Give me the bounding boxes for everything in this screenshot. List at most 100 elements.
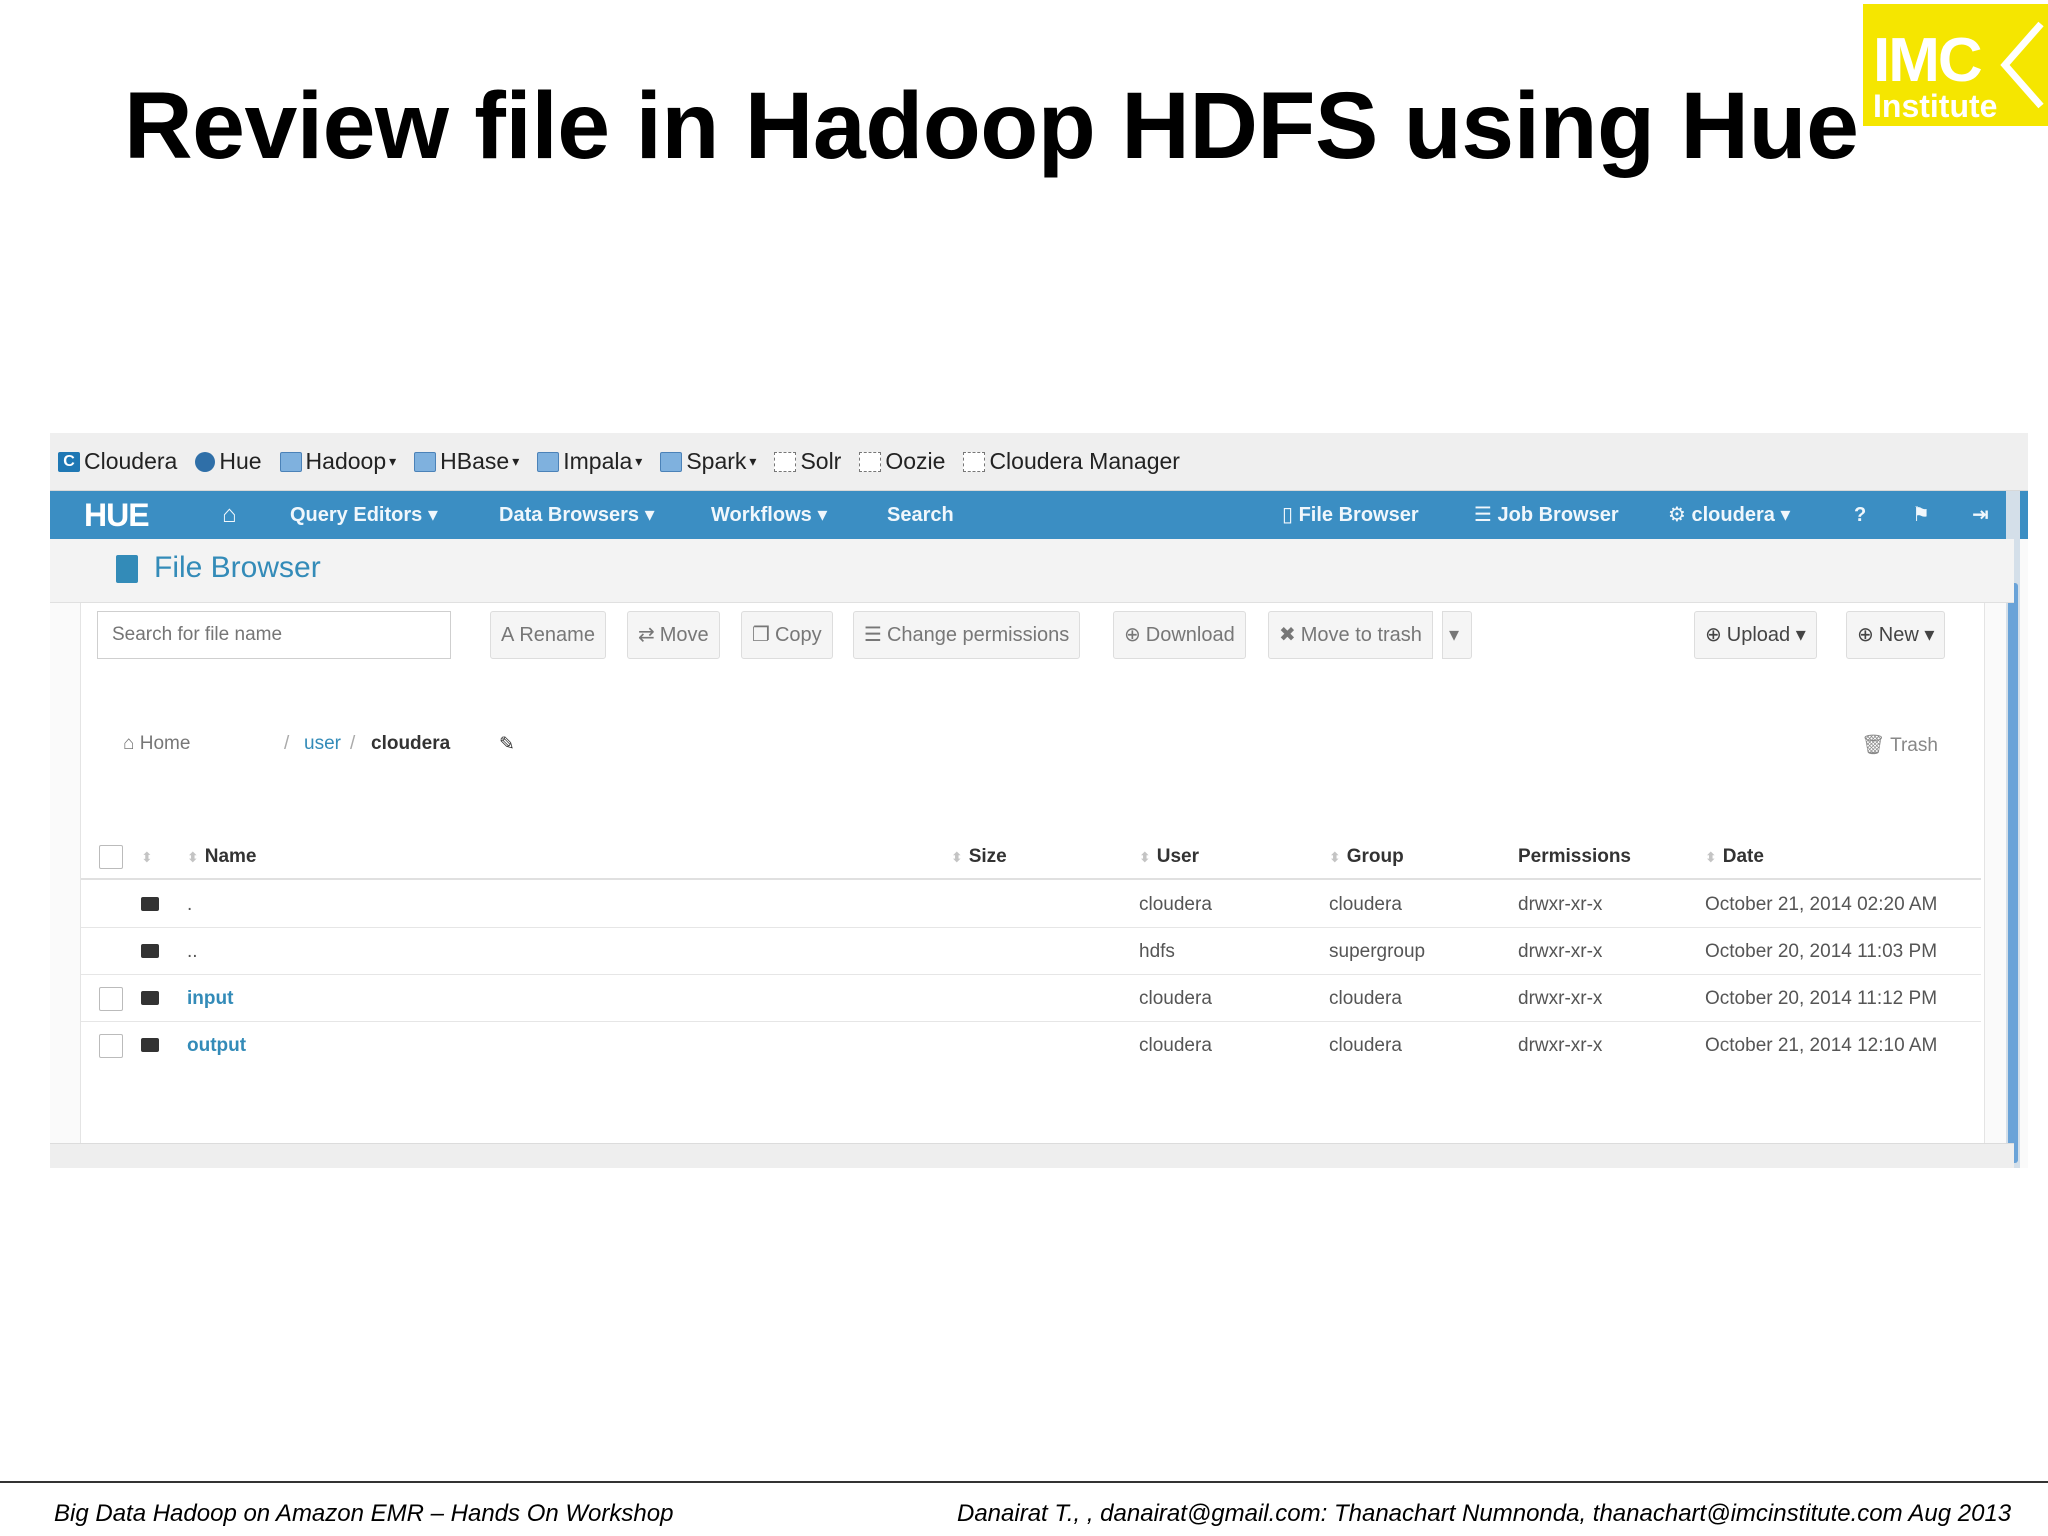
page-icon <box>963 451 986 472</box>
file-name[interactable]: .. <box>187 928 198 975</box>
select-all-checkbox[interactable] <box>99 845 123 869</box>
nav-label: Query Editors <box>290 504 423 526</box>
column-header-permissions[interactable]: Permissions <box>1518 833 1631 880</box>
row-checkbox[interactable] <box>99 1034 123 1058</box>
column-header-date[interactable]: ⬍ Date <box>1705 833 1764 880</box>
sign-out-icon[interactable]: ⇥ <box>1972 491 1989 539</box>
help-icon[interactable]: ? <box>1854 491 1866 539</box>
file-browser-icon <box>116 555 138 583</box>
sort-icon: ⬍ <box>1329 849 1341 865</box>
button-label: Move <box>659 624 709 646</box>
change-permissions-button[interactable]: ☰ Change permissions <box>853 611 1081 659</box>
folder-icon <box>141 991 159 1005</box>
bookmark-spark[interactable]: Spark ▾ <box>660 448 756 475</box>
rename-button[interactable]: A Rename <box>490 611 606 659</box>
button-label: Copy <box>774 624 822 646</box>
horizontal-scrollbar[interactable] <box>50 1143 2014 1168</box>
column-header-size[interactable]: ⬍ Size <box>951 833 1007 880</box>
file-group: cloudera <box>1329 1035 1402 1056</box>
nav-workflows[interactable]: Workflows ▾ <box>711 491 827 539</box>
file-user: cloudera <box>1139 894 1212 915</box>
column-header-group[interactable]: ⬍ Group <box>1329 833 1404 880</box>
table-row[interactable]: input cloudera cloudera drwxr-xr-x Octob… <box>81 975 1981 1022</box>
bookmark-label: Spark <box>686 448 747 474</box>
file-name[interactable]: input <box>187 975 233 1022</box>
table-row[interactable]: . cloudera cloudera drwxr-xr-x October 2… <box>81 881 1981 928</box>
font-icon: A <box>501 624 515 646</box>
bookmark-cloudera-manager[interactable]: Cloudera Manager <box>963 448 1180 475</box>
close-icon: ✖ <box>1279 624 1296 646</box>
search-input[interactable] <box>97 611 451 659</box>
download-button[interactable]: ⊕ Download <box>1113 611 1246 659</box>
page-icon <box>859 451 882 472</box>
nav-user-menu[interactable]: ⚙ cloudera ▾ <box>1668 491 1790 539</box>
hue-screenshot: C Cloudera Hue Hadoop ▾ HBase ▾ Impala ▾… <box>50 433 2028 1168</box>
hue-logo[interactable]: HUE <box>84 491 150 539</box>
file-icon: ▯ <box>1282 504 1294 526</box>
table-row[interactable]: .. hdfs supergroup drwxr-xr-x October 20… <box>81 928 1981 975</box>
upload-button[interactable]: ⊕ Upload ▾ <box>1694 611 1817 659</box>
trash-options-dropdown[interactable]: ▾ <box>1442 611 1472 659</box>
footer-divider <box>0 1481 2048 1483</box>
file-group: cloudera <box>1329 988 1402 1009</box>
button-label: Upload <box>1726 624 1791 646</box>
bookmark-label: HBase <box>440 448 510 474</box>
breadcrumb-user[interactable]: user <box>304 733 341 755</box>
breadcrumb-home[interactable]: ⌂ Home <box>123 733 190 755</box>
bookmark-hue[interactable]: Hue <box>195 448 262 475</box>
bookmark-oozie[interactable]: Oozie <box>859 448 945 475</box>
bookmark-impala[interactable]: Impala ▾ <box>537 448 642 475</box>
list-icon: ☰ <box>1474 504 1492 526</box>
file-name[interactable]: . <box>187 881 192 928</box>
button-label: Move to trash <box>1300 624 1422 646</box>
slide-title: Review file in Hadoop HDFS using Hue <box>124 73 1859 179</box>
chevron-down-icon: ▾ <box>1924 624 1935 646</box>
flag-icon[interactable]: ⚑ <box>1912 491 1930 539</box>
nav-file-browser[interactable]: ▯ File Browser <box>1282 491 1419 539</box>
folder-icon <box>279 451 302 472</box>
file-date: October 20, 2014 11:12 PM <box>1705 988 1938 1009</box>
copy-icon: ❐ <box>752 624 770 646</box>
sort-icon: ⬍ <box>1139 849 1151 865</box>
chevron-down-icon: ▾ <box>1780 504 1791 526</box>
new-button[interactable]: ⊕ New ▾ <box>1846 611 1946 659</box>
trash-link[interactable]: 🗑 Trash <box>1861 733 1938 757</box>
upload-icon: ⊕ <box>1705 624 1722 646</box>
column-header-name[interactable]: ⬍ Name <box>187 833 256 880</box>
chevron-down-icon: ▾ <box>1795 624 1806 646</box>
file-name[interactable]: output <box>187 1022 246 1069</box>
move-to-trash-button[interactable]: ✖ Move to trash <box>1268 611 1433 659</box>
pencil-icon[interactable]: ✎ <box>499 733 515 756</box>
nav-query-editors[interactable]: Query Editors ▾ <box>290 491 438 539</box>
trash-label: Trash <box>1890 735 1938 756</box>
sort-icon: ⬍ <box>187 849 199 865</box>
file-permissions: drwxr-xr-x <box>1518 941 1603 962</box>
nav-search[interactable]: Search <box>887 491 954 539</box>
sort-icon: ⬍ <box>1705 849 1717 865</box>
file-group: supergroup <box>1329 941 1426 962</box>
bookmark-solr[interactable]: Solr <box>774 448 841 475</box>
bookmark-cloudera[interactable]: C Cloudera <box>58 448 177 475</box>
row-checkbox[interactable] <box>99 987 123 1011</box>
nav-job-browser[interactable]: ☰ Job Browser <box>1474 491 1619 539</box>
nav-data-browsers[interactable]: Data Browsers ▾ <box>499 491 655 539</box>
table-row[interactable]: output cloudera cloudera drwxr-xr-x Octo… <box>81 1022 1981 1069</box>
nav-label: cloudera <box>1691 504 1775 526</box>
header-label: Group <box>1346 846 1404 867</box>
sort-icon[interactable]: ⬍ <box>141 833 159 880</box>
home-icon[interactable]: ⌂ <box>222 491 237 539</box>
bookmarks-bar: C Cloudera Hue Hadoop ▾ HBase ▾ Impala ▾… <box>50 433 2028 491</box>
header-label: User <box>1156 846 1199 867</box>
move-button[interactable]: ⇄ Move <box>627 611 720 659</box>
file-user: cloudera <box>1139 1035 1212 1056</box>
logo-chevron-icon <box>2000 21 2044 109</box>
file-group: cloudera <box>1329 894 1402 915</box>
scrollbar-thumb[interactable] <box>2008 583 2018 1163</box>
button-label: New <box>1878 624 1919 646</box>
download-icon: ⊕ <box>1124 624 1141 646</box>
folder-icon <box>141 944 159 958</box>
copy-button[interactable]: ❐ Copy <box>741 611 833 659</box>
column-header-user[interactable]: ⬍ User <box>1139 833 1199 880</box>
bookmark-hbase[interactable]: HBase ▾ <box>414 448 519 475</box>
bookmark-hadoop[interactable]: Hadoop ▾ <box>279 448 396 475</box>
